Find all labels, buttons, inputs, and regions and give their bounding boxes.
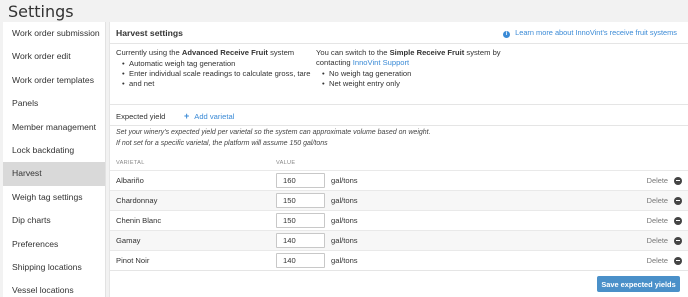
current-bullet-cont: and net — [122, 79, 316, 89]
divider — [110, 104, 688, 105]
yield-value-input[interactable] — [276, 173, 325, 188]
column-header-varietal: VARIETAL — [116, 160, 145, 166]
minus-circle-icon[interactable] — [674, 216, 682, 225]
minus-circle-icon[interactable] — [674, 256, 682, 265]
settings-sidebar: Work order submission Work order edit Wo… — [3, 22, 106, 297]
delete-button[interactable]: Delete — [647, 196, 668, 205]
current-system-name: Advanced Receive Fruit — [181, 48, 268, 57]
yield-value-input[interactable] — [276, 233, 325, 248]
column-header-value: VALUE — [276, 160, 296, 166]
table-row: Chenin Blanc gal/tons Delete — [110, 210, 688, 230]
sidebar-item-work-order-submission[interactable]: Work order submission — [3, 22, 105, 45]
delete-button[interactable]: Delete — [647, 256, 668, 265]
sidebar-item-harvest[interactable]: Harvest — [3, 162, 105, 186]
divider — [110, 270, 688, 271]
sidebar-item-work-order-templates[interactable]: Work order templates — [3, 69, 105, 92]
divider — [110, 125, 688, 126]
current-system-suffix: system — [267, 48, 295, 57]
sidebar-item-lock-backdating[interactable]: Lock backdating — [3, 139, 105, 162]
minus-circle-icon[interactable] — [674, 196, 682, 205]
yield-unit: gal/tons — [331, 176, 358, 185]
delete-button[interactable]: Delete — [647, 236, 668, 245]
switch-bullet: Net weight entry only — [322, 79, 536, 89]
plus-icon: + — [184, 111, 190, 121]
add-varietal-button[interactable]: + Add varietal — [184, 111, 235, 122]
learn-more-link[interactable]: i Learn more about InnoVint's receive fru… — [503, 28, 677, 38]
minus-circle-icon[interactable] — [674, 176, 682, 185]
sidebar-item-work-order-edit[interactable]: Work order edit — [3, 45, 105, 68]
switch-system-name: Simple Receive Fruit — [389, 48, 465, 57]
sidebar-item-member-management[interactable]: Member management — [3, 116, 105, 139]
varietal-name: Pinot Noir — [116, 256, 150, 265]
current-bullet: Automatic weigh tag generation — [122, 59, 316, 69]
varietal-name: Chenin Blanc — [116, 216, 162, 225]
current-bullet: Enter individual scale readings to calcu… — [122, 69, 316, 79]
yield-value-input[interactable] — [276, 253, 325, 268]
sidebar-item-shipping-locations[interactable]: Shipping locations — [3, 256, 105, 279]
harvest-settings-panel: Harvest settings i Learn more about InnoV… — [109, 22, 688, 297]
table-row: Albariño gal/tons Delete — [110, 170, 688, 190]
varietal-name: Chardonnay — [116, 196, 158, 205]
switch-suffix: system by — [464, 48, 501, 57]
delete-button[interactable]: Delete — [647, 216, 668, 225]
switch-bullet: No weigh tag generation — [322, 69, 536, 79]
page-title: Settings — [8, 2, 74, 21]
sidebar-item-weigh-tag-settings[interactable]: Weigh tag settings — [3, 186, 105, 209]
switch-contacting: contacting — [316, 58, 353, 67]
learn-more-label: Learn more about InnoVint's receive frui… — [515, 28, 677, 37]
info-icon: i — [503, 31, 511, 38]
table-row: Gamay gal/tons Delete — [110, 230, 688, 250]
table-row: Chardonnay gal/tons Delete — [110, 190, 688, 210]
sidebar-item-vessel-locations[interactable]: Vessel locations — [3, 279, 105, 297]
varietal-name: Gamay — [116, 236, 141, 245]
switch-system-block: You can switch to the Simple Receive Fru… — [316, 48, 536, 89]
expected-yield-heading: Expected yield — [116, 112, 166, 121]
yield-unit: gal/tons — [331, 216, 358, 225]
save-expected-yields-button[interactable]: Save expected yields — [597, 276, 680, 292]
panel-title: Harvest settings — [116, 28, 183, 38]
yield-value-input[interactable] — [276, 213, 325, 228]
yield-unit: gal/tons — [331, 196, 358, 205]
table-row: Pinot Noir gal/tons Delete — [110, 250, 688, 270]
yield-unit: gal/tons — [331, 256, 358, 265]
add-varietal-label: Add varietal — [194, 112, 235, 121]
yield-note-line2: If not set for a specific varietal, the … — [116, 140, 328, 147]
delete-button[interactable]: Delete — [647, 176, 668, 185]
yield-value-input[interactable] — [276, 193, 325, 208]
sidebar-item-dip-charts[interactable]: Dip charts — [3, 209, 105, 232]
yield-note-line1: Set your winery's expected yield per var… — [116, 129, 431, 136]
varietal-name: Albariño — [116, 176, 144, 185]
current-system-prefix: Currently using the — [116, 48, 182, 57]
sidebar-item-preferences[interactable]: Preferences — [3, 233, 105, 256]
current-system-block: Currently using the Advanced Receive Fru… — [116, 48, 316, 89]
switch-prefix: You can switch to the — [316, 48, 390, 57]
sidebar-item-panels[interactable]: Panels — [3, 92, 105, 115]
innovint-support-link[interactable]: InnoVint Support — [353, 58, 409, 67]
panel-header: Harvest settings i Learn more about InnoV… — [110, 22, 688, 44]
yield-unit: gal/tons — [331, 236, 358, 245]
minus-circle-icon[interactable] — [674, 236, 682, 245]
